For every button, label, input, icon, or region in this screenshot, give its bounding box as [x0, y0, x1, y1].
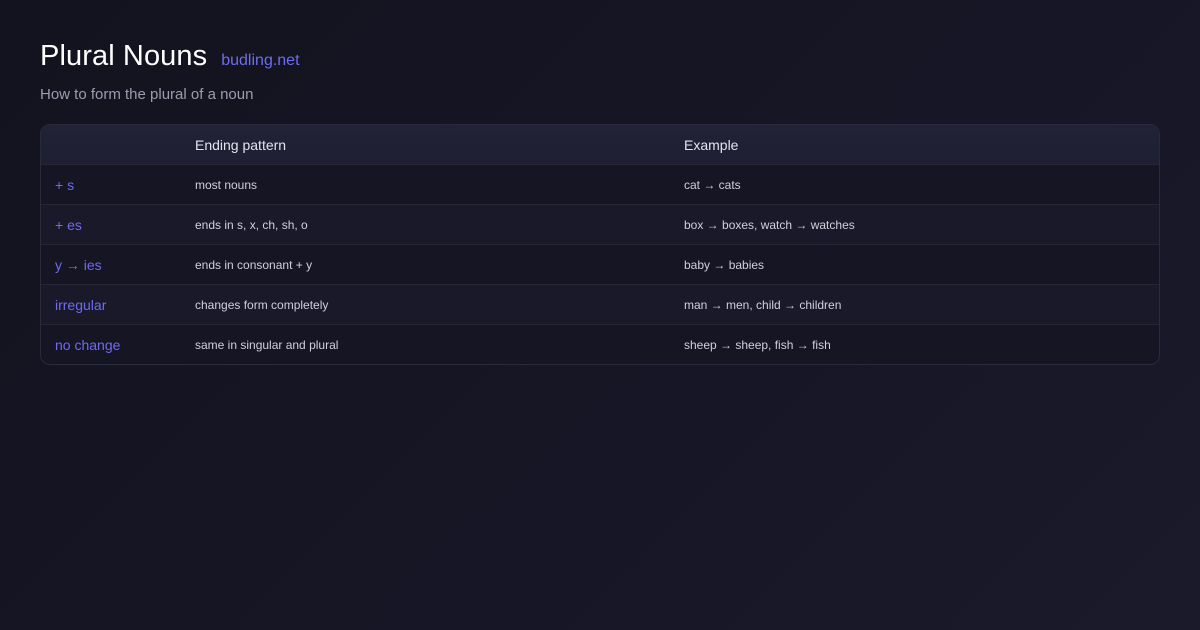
table-row: y → ies ends in consonant + y baby → bab… — [41, 244, 1159, 284]
table-row: + es ends in s, x, ch, sh, o box → boxes… — [41, 204, 1159, 244]
column-header-pattern: Ending pattern — [195, 136, 287, 153]
page-subtitle: How to form the plural of a noun — [40, 86, 254, 103]
title-row: Plural Nouns budling.net — [40, 40, 1160, 78]
plural-rules-table: Ending pattern Example + s most nouns ca… — [40, 124, 1160, 365]
site-link[interactable]: budling.net — [221, 52, 299, 70]
rule-cell: no change — [55, 336, 121, 353]
column-header-example: Example — [684, 136, 739, 153]
example-cell: man → men, child → children — [684, 297, 842, 312]
rule-cell: y → ies — [55, 256, 102, 273]
pattern-cell: changes form completely — [195, 297, 329, 312]
table-row: no change same in singular and plural sh… — [41, 324, 1159, 364]
example-cell: sheep → sheep, fish → fish — [684, 337, 831, 352]
rule-cell: + es — [55, 216, 82, 233]
pattern-cell: ends in s, x, ch, sh, o — [195, 217, 308, 232]
table-row: irregular changes form completely man → … — [41, 284, 1159, 324]
example-cell: cat → cats — [684, 177, 741, 192]
example-cell: baby → babies — [684, 257, 765, 272]
table-row: + s most nouns cat → cats — [41, 164, 1159, 204]
rule-cell: + s — [55, 176, 75, 193]
page-title: Plural Nouns — [40, 40, 208, 72]
rule-cell: irregular — [55, 296, 107, 313]
pattern-cell: same in singular and plural — [195, 337, 339, 352]
example-cell: box → boxes, watch → watches — [684, 217, 855, 232]
pattern-cell: ends in consonant + y — [195, 257, 313, 272]
pattern-cell: most nouns — [195, 177, 258, 192]
table-header-row: Ending pattern Example — [41, 125, 1159, 164]
page-header: Plural Nouns budling.net How to form the… — [40, 40, 1160, 103]
